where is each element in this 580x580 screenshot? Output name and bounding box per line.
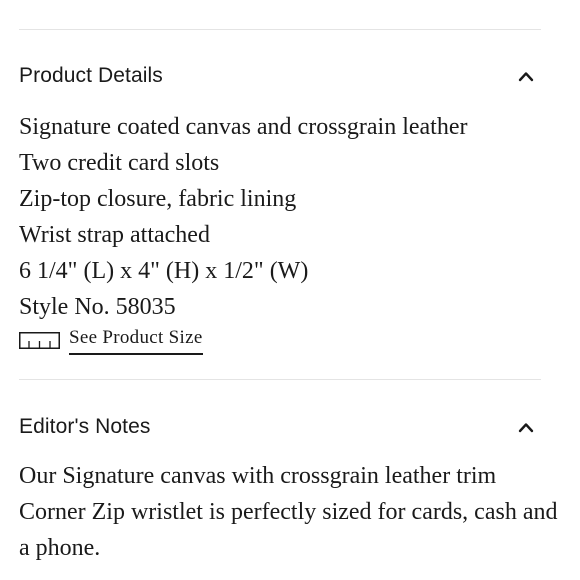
see-product-size-link[interactable]: See Product Size [19, 325, 203, 355]
detail-item-material: Signature coated canvas and crossgrain l… [19, 114, 468, 140]
product-details-title: Product Details [19, 64, 163, 87]
chevron-up-icon[interactable] [515, 416, 537, 438]
editors-notes-text: Our Signature canvas with crossgrain lea… [19, 463, 558, 561]
product-info-panel: Product Details Signature coated canvas … [0, 0, 580, 580]
product-details-header[interactable]: Product Details [19, 61, 541, 91]
section-divider [19, 379, 541, 380]
detail-item-card-slots: Two credit card slots [19, 150, 220, 176]
editors-notes-header[interactable]: Editor's Notes [19, 412, 541, 442]
see-product-size-label[interactable]: See Product Size [69, 326, 203, 355]
ruler-icon [19, 331, 60, 349]
detail-item-strap: Wrist strap attached [19, 222, 210, 248]
detail-item-style-number: Style No. 58035 [19, 294, 176, 320]
product-details-list: Signature coated canvas and crossgrain l… [19, 109, 559, 325]
detail-item-dimensions: 6 1/4" (L) x 4" (H) x 1/2" (W) [19, 258, 309, 284]
editors-notes-title: Editor's Notes [19, 415, 151, 438]
detail-item-closure: Zip-top closure, fabric lining [19, 186, 297, 212]
chevron-up-icon[interactable] [515, 65, 537, 87]
top-divider [19, 29, 541, 30]
